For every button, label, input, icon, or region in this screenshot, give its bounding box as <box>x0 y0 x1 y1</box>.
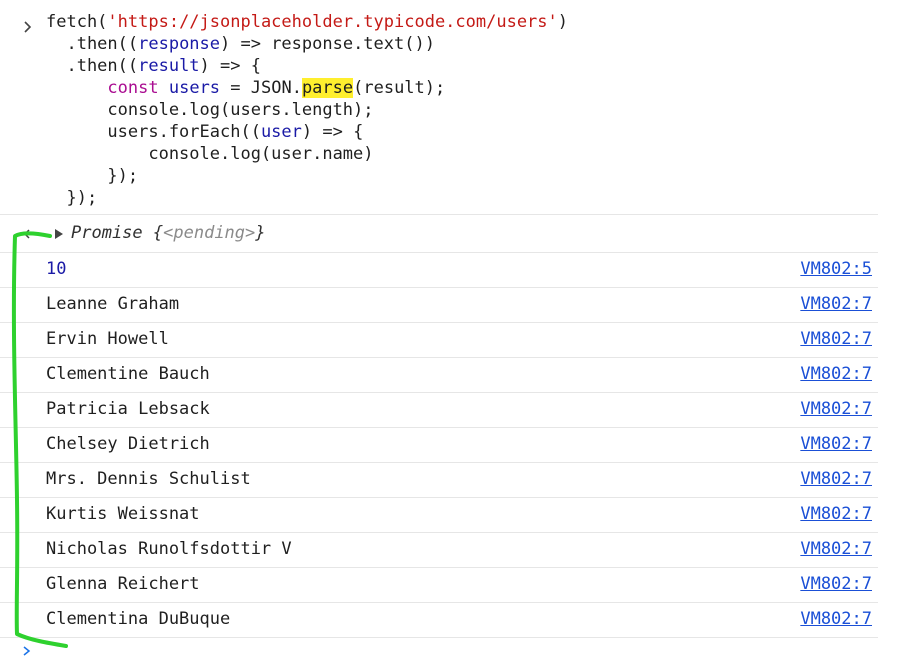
log-row: Kurtis Weissnat VM802:7 <box>0 498 878 533</box>
highlighted-parse: parse <box>301 78 354 98</box>
log-message: Chelsey Dietrich <box>46 434 210 454</box>
log-row: Mrs. Dennis Schulist VM802:7 <box>0 463 878 498</box>
expand-triangle-icon[interactable] <box>55 229 63 239</box>
log-message: 10 <box>46 259 67 279</box>
log-message: Nicholas Runolfsdottir V <box>46 539 292 559</box>
log-message: Patricia Lebsack <box>46 399 210 419</box>
log-row: Glenna Reichert VM802:7 <box>0 568 878 603</box>
param-result: result <box>138 56 200 76</box>
log-row: Leanne Graham VM802:7 <box>0 288 878 323</box>
log-source-link[interactable]: VM802:7 <box>800 364 872 384</box>
chevron-right-icon <box>24 21 32 33</box>
var-users: users <box>168 78 221 98</box>
code-token: (result); <box>353 78 446 98</box>
log-source-link[interactable]: VM802:7 <box>800 469 872 489</box>
log-source-link[interactable]: VM802:7 <box>800 539 872 559</box>
log-row: Nicholas Runolfsdottir V VM802:7 <box>0 533 878 568</box>
log-source-link[interactable]: VM802:7 <box>800 294 872 314</box>
code-token: = JSON. <box>220 78 302 98</box>
log-source-link[interactable]: VM802:7 <box>800 399 872 419</box>
code-token: .then(( <box>46 56 139 76</box>
return-arrow-icon <box>23 229 38 239</box>
log-message: Mrs. Dennis Schulist <box>46 469 251 489</box>
log-message: Leanne Graham <box>46 294 180 314</box>
promise-brace-close: } <box>255 223 266 243</box>
log-source-link[interactable]: VM802:7 <box>800 574 872 594</box>
log-row: Ervin Howell VM802:7 <box>0 323 878 358</box>
code-token: ) => { <box>301 122 364 142</box>
promise-label: Promise <box>71 223 153 243</box>
log-source-link[interactable]: VM802:5 <box>800 259 872 279</box>
log-row: Patricia Lebsack VM802:7 <box>0 393 878 428</box>
code-token: .then(( <box>46 34 139 54</box>
log-message: Kurtis Weissnat <box>46 504 200 524</box>
code-token: }); <box>46 166 139 186</box>
devtools-console: fetch('https://jsonplaceholder.typicode.… <box>0 0 878 657</box>
log-row: Clementine Bauch VM802:7 <box>0 358 878 393</box>
log-source-link[interactable]: VM802:7 <box>800 504 872 524</box>
row-divider <box>0 637 878 638</box>
promise-value[interactable]: Promise {<pending>} <box>71 223 266 243</box>
code-block[interactable]: fetch('https://jsonplaceholder.typicode.… <box>46 11 568 209</box>
code-token: console.log(users.length); <box>46 100 374 120</box>
log-source-link[interactable]: VM802:7 <box>800 434 872 454</box>
param-user: user <box>260 122 302 142</box>
code-token: ) <box>557 12 569 32</box>
code-token: ) => { <box>199 56 261 76</box>
console-input-entry[interactable]: fetch('https://jsonplaceholder.typicode.… <box>0 8 878 214</box>
promise-state: <pending> <box>163 223 256 243</box>
promise-result-row: Promise {<pending>} <box>0 215 878 252</box>
url-string: 'https://jsonplaceholder.typicode.com/us… <box>107 12 558 32</box>
param-response: response <box>138 34 221 54</box>
console-prompt-icon[interactable] <box>22 646 32 656</box>
log-message: Glenna Reichert <box>46 574 200 594</box>
code-token: users.forEach(( <box>46 122 261 142</box>
log-source-link[interactable]: VM802:7 <box>800 329 872 349</box>
code-token: }); <box>46 188 98 208</box>
code-token: ) => response.text()) <box>220 34 435 54</box>
promise-brace-open: { <box>152 223 164 243</box>
log-row: 10 VM802:5 <box>0 253 878 288</box>
keyword-const: const <box>107 78 159 98</box>
log-row: Clementina DuBuque VM802:7 <box>0 603 878 638</box>
log-message: Clementina DuBuque <box>46 609 231 629</box>
log-message: Ervin Howell <box>46 329 169 349</box>
code-token: console.log(user.name) <box>46 144 374 164</box>
code-token: fetch( <box>46 12 108 32</box>
log-source-link[interactable]: VM802:7 <box>800 609 872 629</box>
log-row: Chelsey Dietrich VM802:7 <box>0 428 878 463</box>
log-message: Clementine Bauch <box>46 364 210 384</box>
